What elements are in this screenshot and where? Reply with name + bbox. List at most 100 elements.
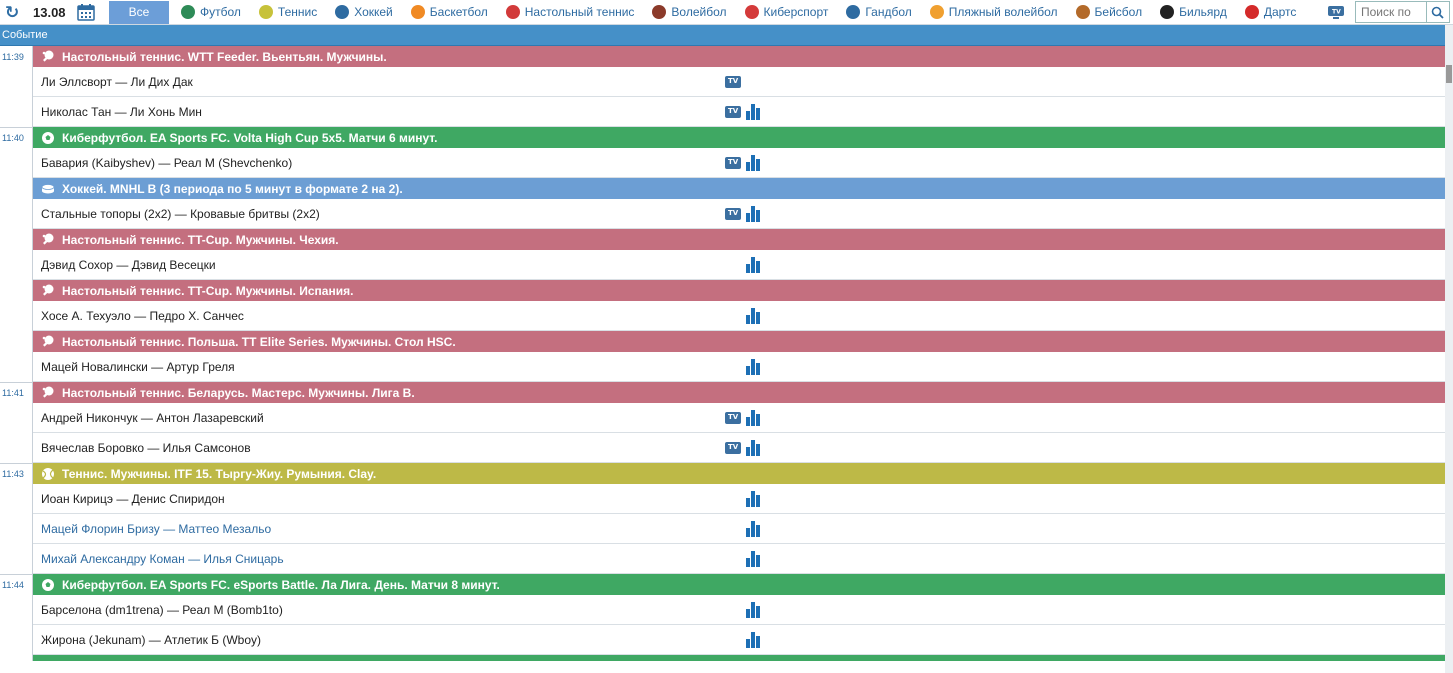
tennis-ball-icon xyxy=(41,467,55,481)
table-tennis-icon xyxy=(41,284,55,298)
statistics-bar xyxy=(751,551,755,567)
statistics-icon[interactable] xyxy=(746,632,763,648)
sport-filter-label: Волейбол xyxy=(671,5,727,19)
sport-filter-handball[interactable]: Гандбол xyxy=(846,5,912,19)
statistics-bar xyxy=(756,159,760,171)
statistics-bar xyxy=(746,111,750,120)
match-name[interactable]: Хосе А. Техуэло — Педро Х. Санчес xyxy=(33,309,244,323)
match-row[interactable]: Барселона (dm1trena) — Реал М (Bomb1to) xyxy=(33,595,1453,625)
match-row[interactable]: Иоан Кирицэ — Денис Спиридон xyxy=(33,484,1453,514)
statistics-bar xyxy=(751,257,755,273)
match-row[interactable]: Жирона (Jekunam) — Атлетик Б (Wboy) xyxy=(33,625,1453,655)
scrollbar-thumb[interactable] xyxy=(1446,65,1452,83)
tv-broadcast-icon[interactable] xyxy=(725,157,741,169)
match-name[interactable]: Михай Александру Коман — Илья Сницарь xyxy=(33,552,284,566)
statistics-icon[interactable] xyxy=(746,257,763,273)
match-row[interactable]: Бавария (Kaibyshev) — Реал М (Shevchenko… xyxy=(33,148,1453,178)
match-name[interactable]: Иоан Кирицэ — Денис Спиридон xyxy=(33,492,225,506)
match-row[interactable]: Мацей Новалински — Артур Греля xyxy=(33,352,1453,382)
sport-filter-billiards[interactable]: Бильярд xyxy=(1160,5,1227,19)
statistics-icon[interactable] xyxy=(746,521,763,537)
sport-filter-tennis[interactable]: Теннис xyxy=(258,5,317,19)
tv-broadcast-icon[interactable] xyxy=(725,412,741,424)
sport-filter-label: Баскетбол xyxy=(429,5,488,19)
tv-broadcast-icon[interactable] xyxy=(725,76,741,88)
search-input[interactable] xyxy=(1356,5,1426,19)
league-title: Киберфутбол. EA Sports FC. Volta High Cu… xyxy=(62,130,438,145)
match-row[interactable]: Вячеслав Боровко — Илья Самсонов xyxy=(33,433,1453,463)
sport-filter-list: Футбол Теннис Хоккей Баскетбол Настольный те… xyxy=(181,0,1314,25)
match-name[interactable]: Николас Тан — Ли Хонь Мин xyxy=(33,105,202,119)
refresh-icon[interactable]: ↻ xyxy=(5,0,23,25)
match-name[interactable]: Стальные топоры (2x2) — Кровавые бритвы … xyxy=(33,207,320,221)
match-name[interactable]: Жирона (Jekunam) — Атлетик Б (Wboy) xyxy=(33,633,261,647)
tv-broadcast-icon[interactable] xyxy=(725,442,741,454)
match-row[interactable]: Михай Александру Коман — Илья Сницарь xyxy=(33,544,1453,574)
sport-filter-volleyball[interactable]: Волейбол xyxy=(652,5,727,19)
calendar-icon[interactable] xyxy=(77,3,95,21)
statistics-icon[interactable] xyxy=(746,206,763,222)
statistics-icon[interactable] xyxy=(746,104,763,120)
match-row[interactable]: Стальные топоры (2x2) — Кровавые бритвы … xyxy=(33,199,1453,229)
statistics-bar xyxy=(751,602,755,618)
league-header[interactable]: Киберфутбол. EA Sports FC. Volta High Cu… xyxy=(33,127,1453,148)
league-title: Настольный теннис. Беларусь. Мастерс. Му… xyxy=(62,385,415,400)
beach-volleyball-icon xyxy=(929,5,944,19)
match-row[interactable]: Дэвид Сохор — Дэвид Весецки xyxy=(33,250,1453,280)
statistics-bar xyxy=(751,155,755,171)
tv-broadcast-icon[interactable] xyxy=(725,106,741,118)
league-header[interactable]: Настольный теннис. Беларусь. Мастерс. Му… xyxy=(33,382,1453,403)
tv-broadcast-icon[interactable] xyxy=(725,208,741,220)
search-button[interactable] xyxy=(1426,2,1448,22)
sport-filter-hockey[interactable]: Хоккей xyxy=(335,5,393,19)
statistics-icon[interactable] xyxy=(746,551,763,567)
sport-filter-label: Настольный теннис xyxy=(524,5,635,19)
statistics-icon[interactable] xyxy=(746,359,763,375)
all-sports-button[interactable]: Все xyxy=(109,0,169,24)
match-row[interactable]: Николас Тан — Ли Хонь Мин xyxy=(33,97,1453,127)
league-header[interactable]: Настольный теннис. WTT Feeder. Вьентьян.… xyxy=(33,46,1453,67)
statistics-icon[interactable] xyxy=(746,491,763,507)
statistics-bar xyxy=(751,632,755,648)
search-box xyxy=(1355,1,1450,23)
statistics-bar xyxy=(746,315,750,324)
sport-filter-gamepad[interactable]: Киберспорт xyxy=(744,5,828,19)
match-name[interactable]: Вячеслав Боровко — Илья Самсонов xyxy=(33,441,251,455)
statistics-bar xyxy=(751,521,755,537)
sport-filter-darts[interactable]: Дартс xyxy=(1244,5,1296,19)
sport-filter-table-tennis[interactable]: Настольный теннис xyxy=(505,5,635,19)
league-header[interactable]: Киберфутбол. EA Sports FC. eSports Battl… xyxy=(33,574,1453,595)
statistics-icon[interactable] xyxy=(746,602,763,618)
statistics-icon[interactable] xyxy=(746,410,763,426)
table-tennis-icon xyxy=(505,5,520,19)
match-name[interactable]: Андрей Никончук — Антон Лазаревский xyxy=(33,411,264,425)
match-row[interactable]: Хосе А. Техуэло — Педро Х. Санчес xyxy=(33,301,1453,331)
sport-filter-baseball[interactable]: Бейсбол xyxy=(1075,5,1142,19)
match-name[interactable]: Дэвид Сохор — Дэвид Весецки xyxy=(33,258,216,272)
match-name[interactable]: Мацей Флорин Бризу — Маттео Мезальо xyxy=(33,522,271,536)
statistics-icon[interactable] xyxy=(746,155,763,171)
tv-filter-icon[interactable]: TV xyxy=(1328,6,1344,22)
match-row[interactable]: Андрей Никончук — Антон Лазаревский xyxy=(33,403,1453,433)
match-name[interactable]: Мацей Новалински — Артур Греля xyxy=(33,360,235,374)
statistics-icon[interactable] xyxy=(746,308,763,324)
statistics-bar xyxy=(751,491,755,507)
league-header[interactable]: Настольный теннис. Польша. TT Elite Seri… xyxy=(33,331,1453,352)
match-name[interactable]: Ли Эллсворт — Ли Дих Дак xyxy=(33,75,193,89)
statistics-icon[interactable] xyxy=(746,440,763,456)
sport-filter-football[interactable]: Футбол xyxy=(181,5,241,19)
league-header[interactable]: Теннис. Мужчины. ITF 15. Тыргу-Жиу. Румы… xyxy=(33,463,1453,484)
sport-filter-basketball[interactable]: Баскетбол xyxy=(410,5,488,19)
sport-filter-beach-volleyball[interactable]: Пляжный волейбол xyxy=(929,5,1058,19)
events-list: Настольный теннис. WTT Feeder. Вьентьян.… xyxy=(32,46,1453,661)
match-name[interactable]: Бавария (Kaibyshev) — Реал М (Shevchenko… xyxy=(33,156,292,170)
match-row[interactable]: Мацей Флорин Бризу — Маттео Мезальо xyxy=(33,514,1453,544)
statistics-bar xyxy=(751,410,755,426)
league-header[interactable]: Хоккей. MNHL B (3 периода по 5 минут в ф… xyxy=(33,178,1453,199)
events-column-header: Событие xyxy=(0,25,1453,46)
match-name[interactable]: Барселона (dm1trena) — Реал М (Bomb1to) xyxy=(33,603,283,617)
league-header[interactable]: Настольный теннис. TT-Cup. Мужчины. Испа… xyxy=(33,280,1453,301)
scrollbar[interactable] xyxy=(1445,25,1453,673)
league-header[interactable]: Настольный теннис. TT-Cup. Мужчины. Чехи… xyxy=(33,229,1453,250)
match-row[interactable]: Ли Эллсворт — Ли Дих Дак xyxy=(33,67,1453,97)
